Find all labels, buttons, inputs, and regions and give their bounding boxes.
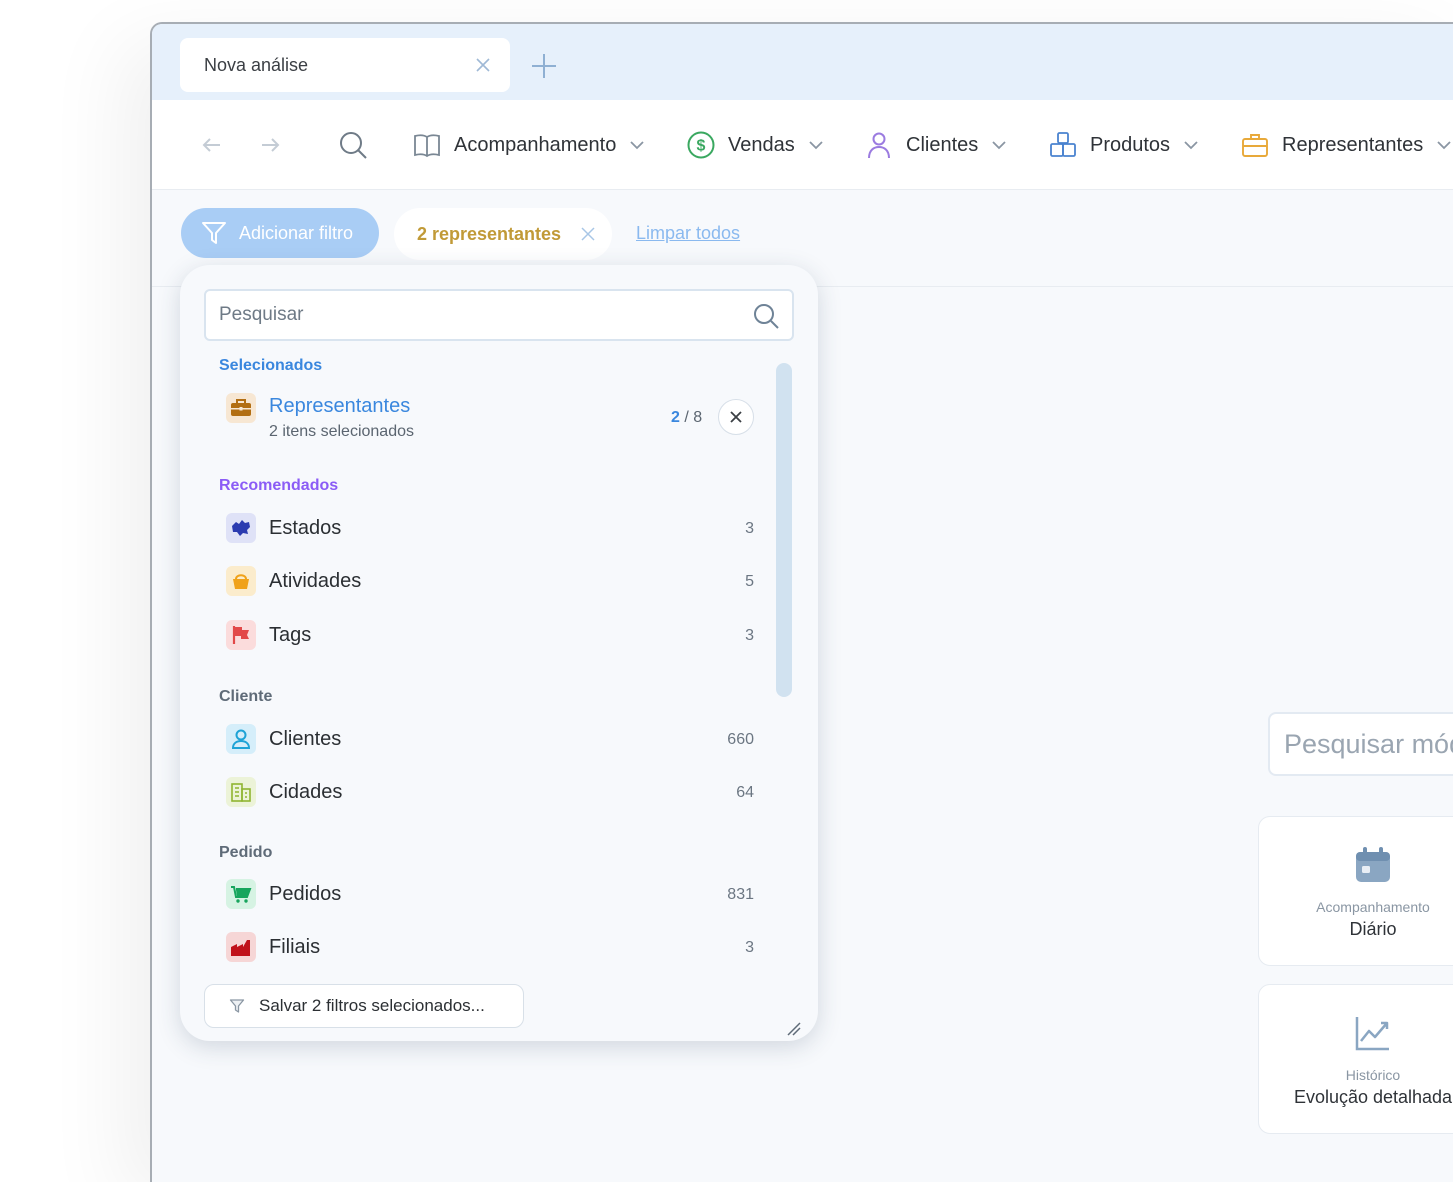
tab-strip: Nova análise [152,24,1453,100]
chevron-down-icon [1184,141,1198,150]
plus-icon[interactable] [530,52,558,80]
section-cliente: Cliente [219,688,273,705]
user-icon [868,132,890,159]
nav-acompanhamento[interactable]: Acompanhamento [412,128,646,162]
filter-item-pedidos[interactable]: Pedidos 831 [226,873,754,917]
filter-item-estados[interactable]: Estados 3 [226,507,754,551]
nav-produtos[interactable]: Produtos [1048,128,1200,162]
save-filters-button[interactable]: Salvar 2 filtros selecionados... [204,984,524,1028]
boxes-icon [1050,132,1076,157]
nav-representantes[interactable]: Representantes [1240,128,1453,162]
chevron-down-icon [992,141,1006,150]
close-icon [730,411,742,423]
filter-item-clientes[interactable]: Clientes 660 [226,718,754,762]
nav-vendas[interactable]: $ Vendas [686,128,825,162]
selected-item-title[interactable]: Representantes [269,395,410,418]
tab-title: Nova análise [204,54,309,75]
remove-selection-button[interactable] [718,399,754,435]
search-icon[interactable] [338,130,368,160]
section-pedido: Pedido [219,844,273,861]
resize-handle-icon[interactable] [786,1021,802,1037]
user-icon [226,724,256,754]
selected-item-subtitle: 2 itens selecionados [269,423,414,440]
filter-item-tags[interactable]: Tags 3 [226,614,754,658]
filter-icon [202,222,226,244]
arrow-right-icon[interactable] [258,133,282,157]
section-selecionados: Selecionados [219,357,323,374]
search-icon[interactable] [752,302,780,330]
filter-item-atividades[interactable]: Atividades 5 [226,560,754,604]
section-recomendados: Recomendados [219,477,339,494]
close-icon[interactable] [580,226,596,242]
filter-item-filiais[interactable]: Filiais 3 [226,926,754,970]
module-search-input[interactable]: Pesquisar módulos [1268,712,1453,776]
briefcase-icon [1242,134,1268,157]
book-icon [414,134,440,158]
calendar-icon [1356,847,1390,882]
map-icon [226,513,256,543]
clear-all-link[interactable]: Limpar todos [636,223,740,244]
filter-search-box [204,289,794,341]
flag-icon [226,620,256,650]
arrow-left-icon[interactable] [200,133,224,157]
tab-nova-analise[interactable]: Nova análise [180,38,510,92]
chevron-down-icon [1437,141,1451,150]
building-icon [226,777,256,807]
factory-icon [226,932,256,962]
filter-search-input[interactable] [206,291,726,339]
basket-icon [226,566,256,596]
svg-text:$: $ [697,138,706,155]
selected-item-representantes: Representantes 2 itens selecionados 2 / … [226,391,756,451]
cart-icon [226,879,256,909]
filter-chip-representantes[interactable]: 2 representantes [394,208,612,260]
filter-item-cidades[interactable]: Cidades 64 [226,771,754,815]
nav-clientes[interactable]: Clientes [864,128,1008,162]
add-filter-button[interactable]: Adicionar filtro [181,208,379,258]
module-card-evolucao[interactable]: Histórico Evolução detalhada [1258,984,1453,1134]
module-card-diario[interactable]: Acompanhamento Diário [1258,816,1453,966]
dollar-icon: $ [687,131,715,159]
filter-icon [229,999,245,1013]
briefcase-icon [226,393,256,423]
selected-item-count: 2 / 8 [671,409,703,426]
close-icon[interactable] [474,56,492,74]
filter-dropdown-panel: Selecionados Representantes 2 itens sele… [180,265,818,1041]
panel-scrollbar[interactable] [776,363,792,697]
top-navbar: Acompanhamento $ Vendas Clientes Produto… [152,100,1453,190]
chevron-down-icon [630,141,644,150]
chart-line-icon [1355,1017,1389,1051]
chevron-down-icon [809,141,823,150]
